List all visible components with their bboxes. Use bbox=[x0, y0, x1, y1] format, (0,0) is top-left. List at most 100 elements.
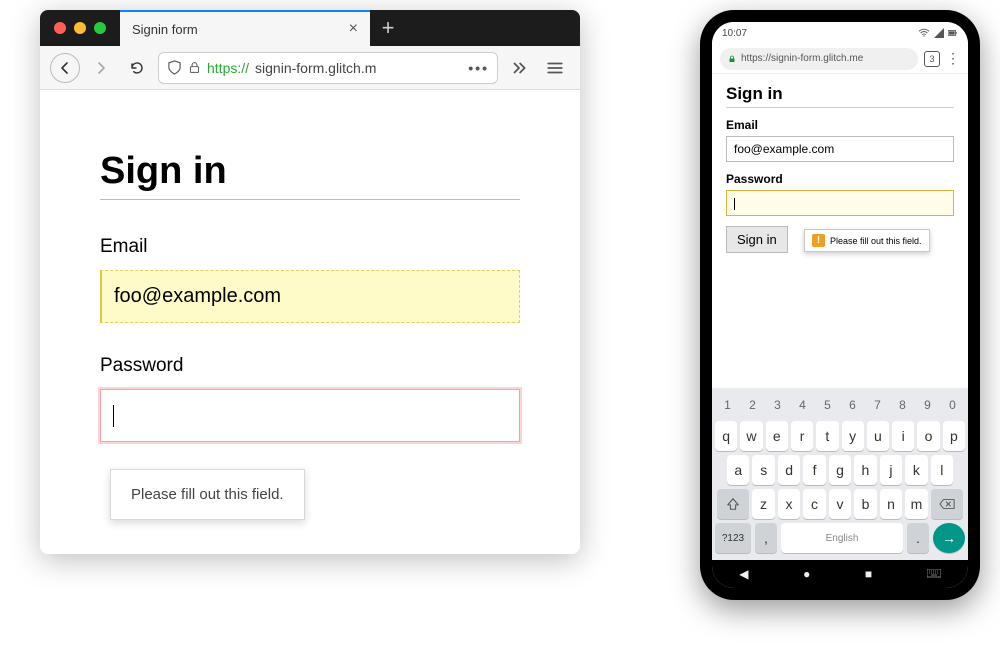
page-actions-icon[interactable]: ••• bbox=[468, 60, 489, 76]
key-e[interactable]: e bbox=[766, 421, 788, 451]
key-q[interactable]: q bbox=[715, 421, 737, 451]
email-label: Email bbox=[100, 236, 520, 258]
mobile-validation-tooltip-text: Please fill out this field. bbox=[830, 236, 922, 246]
reload-button[interactable] bbox=[122, 53, 152, 83]
tab-title: Signin form bbox=[132, 22, 198, 37]
key-d[interactable]: d bbox=[778, 455, 800, 485]
key-l[interactable]: l bbox=[931, 455, 953, 485]
spacebar-key[interactable]: English bbox=[781, 523, 903, 553]
overflow-chevron-icon[interactable] bbox=[504, 53, 534, 83]
window-controls bbox=[40, 10, 120, 46]
key-c[interactable]: c bbox=[803, 489, 826, 519]
key-6[interactable]: 6 bbox=[842, 393, 864, 417]
password-input[interactable] bbox=[100, 389, 520, 442]
validation-tooltip: Please fill out this field. bbox=[110, 469, 305, 520]
key-0[interactable]: 0 bbox=[942, 393, 964, 417]
key-p[interactable]: p bbox=[943, 421, 965, 451]
key-2[interactable]: 2 bbox=[742, 393, 764, 417]
comma-key[interactable]: , bbox=[755, 523, 777, 553]
battery-icon bbox=[948, 28, 958, 38]
key-z[interactable]: z bbox=[752, 489, 775, 519]
browser-tab[interactable]: Signin form × bbox=[120, 10, 370, 46]
lock-icon bbox=[188, 61, 201, 74]
text-caret bbox=[113, 405, 114, 427]
key-5[interactable]: 5 bbox=[817, 393, 839, 417]
shift-key[interactable] bbox=[717, 489, 749, 519]
tab-count-button[interactable]: 3 bbox=[924, 51, 940, 67]
key-a[interactable]: a bbox=[727, 455, 749, 485]
key-j[interactable]: j bbox=[880, 455, 902, 485]
key-f[interactable]: f bbox=[803, 455, 825, 485]
keyboard-row-3: asdfghjkl bbox=[715, 455, 965, 485]
nav-keyboard-icon[interactable] bbox=[927, 569, 941, 579]
email-input[interactable]: foo@example.com bbox=[100, 270, 520, 323]
key-i[interactable]: i bbox=[892, 421, 914, 451]
key-y[interactable]: y bbox=[842, 421, 864, 451]
key-g[interactable]: g bbox=[829, 455, 851, 485]
key-o[interactable]: o bbox=[917, 421, 939, 451]
address-bar[interactable]: https:// signin-form.glitch.m ••• bbox=[158, 52, 498, 84]
key-b[interactable]: b bbox=[854, 489, 877, 519]
desktop-browser-window: Signin form × + https:// signin-form.gli… bbox=[40, 10, 580, 554]
mobile-email-value: foo@example.com bbox=[734, 142, 834, 156]
android-nav-bar: ◀ ● ■ bbox=[712, 560, 968, 588]
wifi-icon bbox=[918, 28, 930, 38]
nav-recent-icon[interactable]: ■ bbox=[865, 567, 872, 581]
status-bar: 10:07 bbox=[712, 22, 968, 44]
mobile-validation-tooltip: ! Please fill out this field. bbox=[804, 229, 930, 252]
signal-icon bbox=[934, 28, 944, 38]
mobile-password-input[interactable] bbox=[726, 190, 954, 216]
mobile-url: https://signin-form.glitch.me bbox=[741, 53, 863, 64]
key-s[interactable]: s bbox=[752, 455, 774, 485]
validation-tooltip-text: Please fill out this field. bbox=[131, 486, 284, 503]
mobile-page-content: Sign in Email foo@example.com Password S… bbox=[712, 74, 968, 388]
key-x[interactable]: x bbox=[778, 489, 801, 519]
signin-button[interactable]: Sign in bbox=[726, 226, 788, 253]
key-r[interactable]: r bbox=[791, 421, 813, 451]
key-t[interactable]: t bbox=[816, 421, 838, 451]
close-window-button[interactable] bbox=[54, 22, 66, 34]
back-button[interactable] bbox=[50, 53, 80, 83]
key-u[interactable]: u bbox=[867, 421, 889, 451]
go-key[interactable]: → bbox=[933, 523, 965, 553]
key-4[interactable]: 4 bbox=[792, 393, 814, 417]
key-3[interactable]: 3 bbox=[767, 393, 789, 417]
mobile-address-bar[interactable]: https://signin-form.glitch.me bbox=[720, 48, 918, 70]
forward-button[interactable] bbox=[86, 53, 116, 83]
key-v[interactable]: v bbox=[829, 489, 852, 519]
tab-bar: Signin form × + bbox=[40, 10, 580, 46]
key-m[interactable]: m bbox=[905, 489, 928, 519]
keyboard-row-2: qwertyuiop bbox=[715, 421, 965, 451]
keyboard-row-4: zxcvbnm bbox=[715, 489, 965, 519]
mobile-page-heading: Sign in bbox=[726, 84, 954, 108]
warning-icon: ! bbox=[812, 234, 825, 247]
mobile-email-input[interactable]: foo@example.com bbox=[726, 136, 954, 162]
kebab-menu-icon[interactable]: ⋮ bbox=[946, 50, 960, 67]
period-key[interactable]: . bbox=[907, 523, 929, 553]
maximize-window-button[interactable] bbox=[94, 22, 106, 34]
lock-icon bbox=[728, 55, 736, 63]
key-7[interactable]: 7 bbox=[867, 393, 889, 417]
nav-home-icon[interactable]: ● bbox=[803, 567, 810, 581]
key-h[interactable]: h bbox=[854, 455, 876, 485]
new-tab-button[interactable]: + bbox=[370, 10, 406, 46]
symbols-key[interactable]: ?123 bbox=[715, 523, 751, 553]
key-w[interactable]: w bbox=[740, 421, 762, 451]
tracking-shield-icon[interactable] bbox=[167, 60, 182, 75]
email-value: foo@example.com bbox=[114, 285, 281, 307]
key-8[interactable]: 8 bbox=[892, 393, 914, 417]
keyboard-number-row: 1234567890 bbox=[715, 393, 965, 417]
key-k[interactable]: k bbox=[905, 455, 927, 485]
phone-screen: 10:07 https://signin-form.glitch.me bbox=[712, 22, 968, 588]
key-n[interactable]: n bbox=[880, 489, 903, 519]
key-1[interactable]: 1 bbox=[717, 393, 739, 417]
minimize-window-button[interactable] bbox=[74, 22, 86, 34]
status-time: 10:07 bbox=[722, 28, 747, 39]
key-9[interactable]: 9 bbox=[917, 393, 939, 417]
nav-back-icon[interactable]: ◀ bbox=[739, 567, 748, 581]
close-tab-icon[interactable]: × bbox=[349, 20, 358, 38]
soft-keyboard: 1234567890 qwertyuiop asdfghjkl zxcvbnm … bbox=[712, 388, 968, 560]
backspace-key[interactable] bbox=[931, 489, 963, 519]
hamburger-menu-icon[interactable] bbox=[540, 53, 570, 83]
page-content: Sign in Email foo@example.com Password P… bbox=[40, 90, 580, 554]
